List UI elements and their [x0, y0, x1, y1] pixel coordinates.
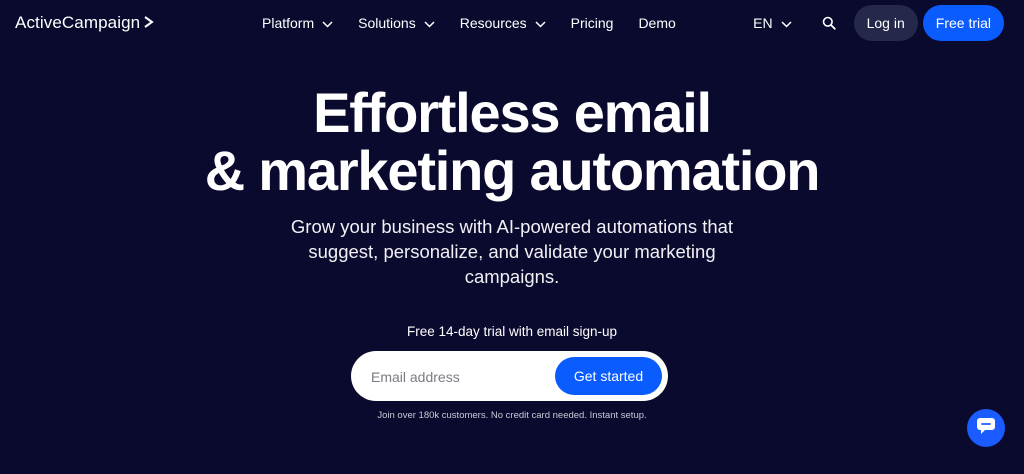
- menu-item-label: Solutions: [358, 15, 416, 31]
- chevron-down-icon: [424, 15, 435, 31]
- search-icon[interactable]: [814, 8, 844, 38]
- menu-item-demo[interactable]: Demo: [638, 15, 675, 31]
- menu-item-label: Resources: [459, 15, 527, 31]
- menu-item-label: Platform: [262, 15, 315, 31]
- chat-button[interactable]: [967, 409, 1005, 447]
- chevron-down-icon: [322, 15, 333, 31]
- get-started-button[interactable]: Get started: [555, 357, 662, 395]
- hero-subtitle-line: suggest, personalize, and validate your …: [308, 241, 716, 262]
- hero-subtitle: Grow your business with AI-powered autom…: [0, 214, 1024, 289]
- signup-form: Get started: [351, 351, 668, 401]
- hero-title-line: & marketing automation: [204, 139, 821, 202]
- menu-item-label: Pricing: [570, 15, 614, 31]
- login-button[interactable]: Log in: [853, 5, 918, 41]
- chevron-right-icon: [143, 13, 154, 33]
- trial-note: Free 14-day trial with email sign-up: [406, 324, 618, 339]
- chat-icon: [976, 417, 996, 440]
- language-selector[interactable]: EN: [753, 15, 792, 31]
- logo-text: ActiveCampaign: [15, 13, 141, 32]
- fine-print: Join over 180k customers. No credit card…: [377, 410, 647, 421]
- logo[interactable]: ActiveCampaign: [15, 13, 154, 33]
- main-menu: Platform Solutions Resources Pricing Dem…: [262, 0, 701, 46]
- language-label: EN: [753, 15, 773, 31]
- nav-actions: EN Log in Free trial: [753, 5, 1004, 41]
- menu-item-label: Demo: [638, 15, 676, 31]
- hero-title-line: Effortless email: [313, 81, 712, 144]
- chevron-down-icon: [535, 15, 546, 31]
- menu-item-platform[interactable]: Platform: [262, 15, 333, 31]
- free-trial-button[interactable]: Free trial: [922, 5, 1004, 41]
- hero-title: Effortless email & marketing automation: [0, 84, 1024, 200]
- hero-subtitle-line: campaigns.: [464, 266, 560, 287]
- email-input[interactable]: [369, 363, 563, 391]
- top-navigation: ActiveCampaign Platform Solutions Resour…: [0, 0, 1024, 46]
- menu-item-resources[interactable]: Resources: [460, 15, 546, 31]
- hero-subtitle-line: Grow your business with AI-powered autom…: [290, 216, 734, 237]
- chevron-down-icon: [781, 15, 792, 31]
- menu-item-pricing[interactable]: Pricing: [571, 15, 614, 31]
- menu-item-solutions[interactable]: Solutions: [358, 15, 435, 31]
